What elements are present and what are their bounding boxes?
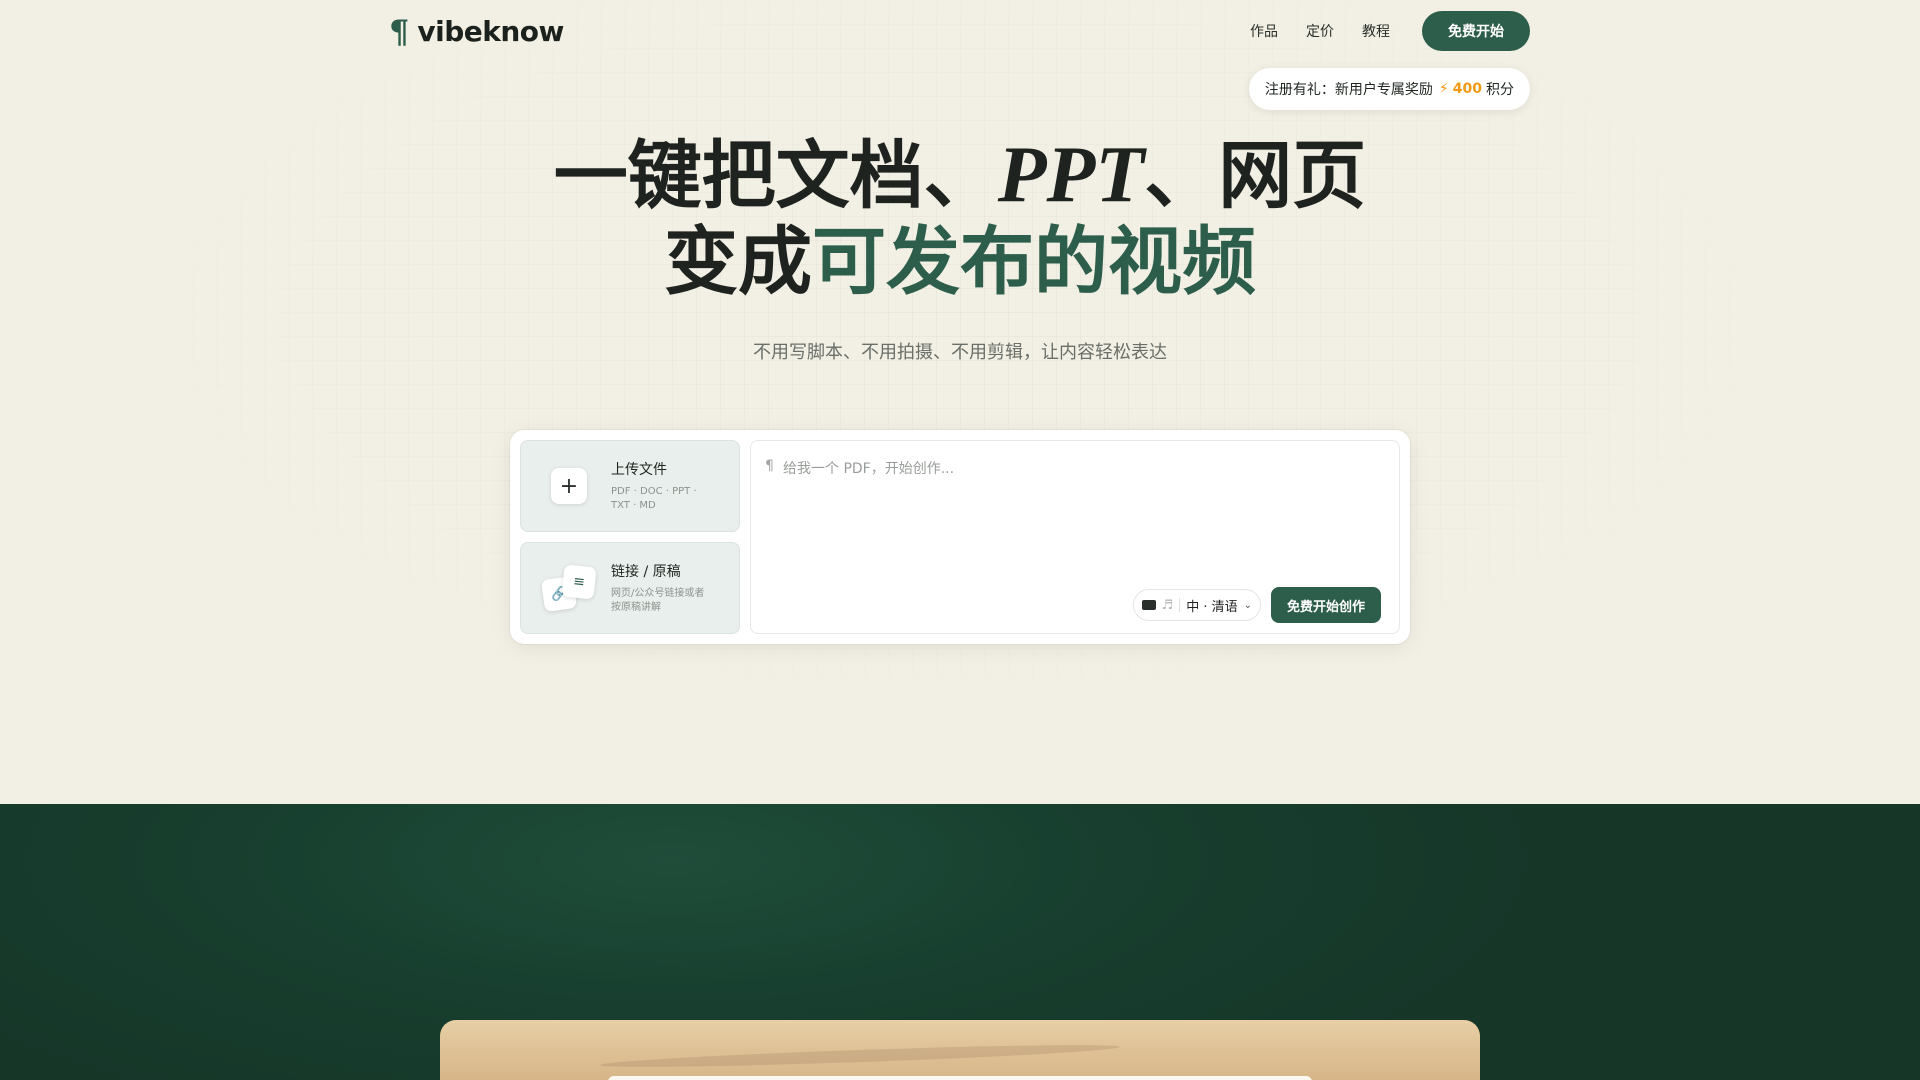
prompt-controls: ♬ 中 · 清语 ⌄ 免费开始创作: [1133, 587, 1381, 623]
headline-line2: 变成可发布的视频: [664, 219, 1256, 305]
logo-text: vibeknow: [417, 14, 564, 50]
top-nav: 作品 定价 教程 免费开始: [1250, 10, 1530, 52]
showcase-preview-image: [440, 1020, 1480, 1080]
language-value: 中 · 清语: [1186, 596, 1237, 615]
preview-inner-frame: [608, 1076, 1312, 1080]
creation-card: + 上传文件 PDF · DOC · PPT · TXT · MD 🔗 ≡ 链接…: [510, 430, 1410, 644]
chevron-down-icon: ⌄: [1244, 600, 1252, 611]
promo-points: 400: [1453, 81, 1482, 97]
link-manuscript-option[interactable]: 🔗 ≡ 链接 / 原稿 网页/公众号链接或者按原稿讲解: [520, 542, 740, 634]
document-icon: ≡: [561, 564, 596, 599]
logo-mark-icon: ¶: [389, 14, 409, 50]
headline-line2-a: 变成: [664, 219, 812, 305]
header-start-free-button[interactable]: 免费开始: [1422, 11, 1530, 51]
headline-line1-a: 一键把文档、: [554, 133, 998, 219]
start-creating-button[interactable]: 免费开始创作: [1271, 587, 1381, 623]
headline-line1: 一键把文档、PPT、网页: [554, 133, 1367, 219]
link-manuscript-title: 链接 / 原稿: [611, 561, 711, 581]
headline-line1-b: 、网页: [1144, 133, 1366, 219]
link-manuscript-subtitle: 网页/公众号链接或者按原稿讲解: [611, 587, 711, 615]
prompt-placeholder: 给我一个 PDF，开始创作...: [783, 458, 954, 478]
hero-section: [0, 0, 1920, 804]
divider: [1179, 598, 1180, 612]
plus-icon: +: [551, 468, 587, 504]
headline-ppt: PPT: [998, 131, 1145, 219]
language-voice-select[interactable]: ♬ 中 · 清语 ⌄: [1133, 589, 1261, 621]
hero-subtitle: 不用写脚本、不用拍摄、不用剪辑，让内容轻松表达: [0, 338, 1920, 364]
upload-file-option[interactable]: + 上传文件 PDF · DOC · PPT · TXT · MD: [520, 440, 740, 532]
bolt-icon: ⚡: [1439, 81, 1449, 97]
logo[interactable]: ¶ vibeknow: [389, 14, 564, 50]
promo-points-unit: 积分: [1486, 79, 1514, 99]
headline-highlight: 可发布的视频: [812, 219, 1256, 305]
prompt-input-area[interactable]: ¶ 给我一个 PDF，开始创作... ♬ 中 · 清语 ⌄ 免费开始创作: [750, 440, 1400, 634]
upload-file-text: 上传文件 PDF · DOC · PPT · TXT · MD: [611, 459, 711, 513]
nav-link-pricing[interactable]: 定价: [1306, 21, 1334, 41]
hero-headline: 一键把文档、PPT、网页 变成可发布的视频: [0, 132, 1920, 305]
upload-file-formats: PDF · DOC · PPT · TXT · MD: [611, 485, 711, 513]
music-icon: ♬: [1162, 598, 1174, 613]
pilcrow-icon: ¶: [765, 458, 774, 474]
preview-texture: [600, 1041, 1120, 1071]
signup-promo-badge[interactable]: 注册有礼：新用户专属奖励 ⚡ 400 积分: [1249, 68, 1530, 110]
upload-file-title: 上传文件: [611, 459, 711, 479]
link-icon-stack: 🔗 ≡: [541, 564, 597, 612]
nav-link-tutorials[interactable]: 教程: [1362, 21, 1390, 41]
promo-text: 注册有礼：新用户专属奖励: [1265, 79, 1433, 99]
screen-icon: [1142, 600, 1156, 610]
link-manuscript-text: 链接 / 原稿 网页/公众号链接或者按原稿讲解: [611, 561, 711, 615]
nav-link-works[interactable]: 作品: [1250, 21, 1278, 41]
